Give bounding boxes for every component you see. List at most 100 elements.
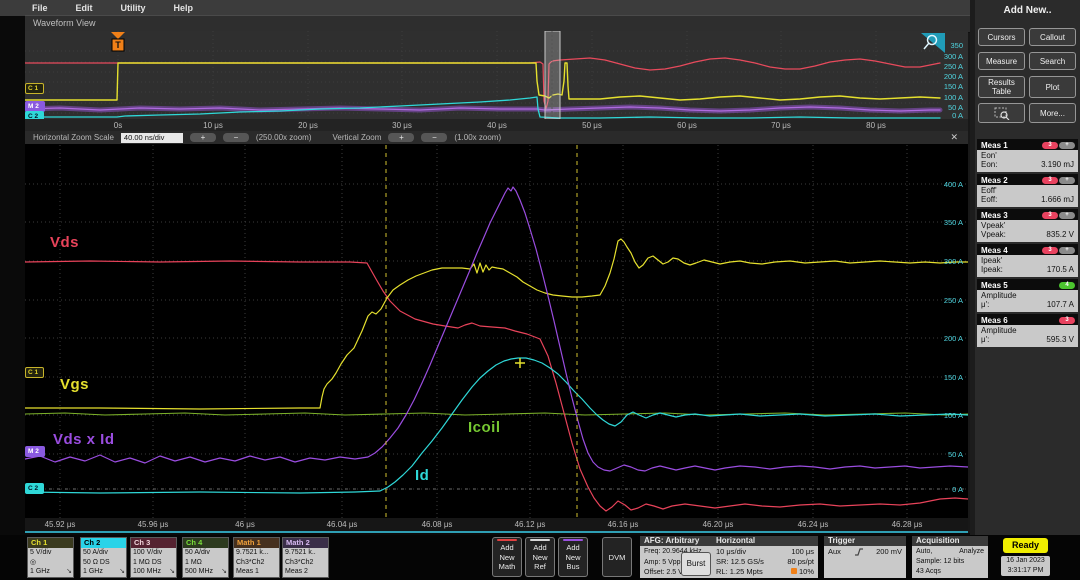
dvm-button[interactable]: DVM [602,537,632,577]
meas-count-pill[interactable]: + [1059,177,1075,184]
afg-title: AFG: Arbitrary [640,536,712,546]
tick-label: 46.24 μs [798,520,829,529]
axis-label: 400 A [923,180,963,189]
tick-label: 70 μs [771,121,791,130]
menu-help[interactable]: Help [174,3,194,13]
tick-label: 45.96 μs [138,520,169,529]
overview-plot[interactable]: T [25,31,968,119]
tick-label: 0s [114,121,122,130]
meas-count-pill[interactable]: + [1059,212,1075,219]
meas-badge-4[interactable]: Meas 43+Ipeak'Ipeak:170.5 A [977,244,1078,277]
meas-count-pill[interactable]: 3 [1042,142,1058,149]
channel-badge-ch4[interactable]: Ch 450 A/div1 MΩ500 MHz↘ [182,537,229,578]
channel-badge-ch3[interactable]: Ch 3100 V/div1 MΩ DS100 MHz↘ [130,537,177,578]
tick-label: 46.20 μs [703,520,734,529]
horizontal-title: Horizontal [712,536,818,546]
icoil-trace-label: Icoil [468,419,501,436]
axis-label: 300 A [923,52,963,61]
measure-button[interactable]: Measure [978,52,1025,70]
overview-strip[interactable]: T 350300 A250 A200 A150 A100 A50 A0 A C … [25,31,968,119]
channel-tag-c2[interactable]: C 2 [25,483,44,494]
axis-label: 50 A [923,450,963,459]
close-zoom-icon[interactable]: ✕ [950,132,958,143]
axis-label: 350 A [923,218,963,227]
acq-count: 43 Acqs [916,567,984,577]
axis-label: 250 A [923,296,963,305]
meas-count-pill[interactable]: 3 [1042,247,1058,254]
horizontal-panel[interactable]: Horizontal 10 μs/div100 μs SR: 12.5 GS/s… [712,536,818,578]
axis-label: 150 A [923,82,963,91]
meas-badge-6[interactable]: Meas 63Amplitudeμ':595.3 V [977,314,1078,347]
horizontal-record-length: RL: 1.25 Mpts [716,567,763,577]
plot-button[interactable]: Plot [1029,76,1076,98]
menu-edit[interactable]: Edit [76,3,93,13]
clipping-arrow-icon: ↘ [119,567,125,577]
hzoom-minus-button[interactable]: − [223,133,249,142]
clipping-arrow-icon: ↘ [221,567,227,577]
channel-tag-m2[interactable]: M 2 [25,446,45,457]
id-trace-label: Id [415,467,429,484]
trigger-marker[interactable]: T [111,32,125,51]
meas-badge-5[interactable]: Meas 54Amplitudeμ':107.7 A [977,279,1078,312]
time: 3:31:17 PM [1001,566,1050,576]
measure-cross-marker [515,358,525,368]
tick-label: 10 μs [203,121,223,130]
hzoom-plus-button[interactable]: + [190,133,216,142]
results-table-button[interactable]: Results Table [978,76,1025,98]
acq-analyze: Analyze [959,547,984,557]
rising-edge-icon [854,547,864,557]
zoom-area-button[interactable] [978,103,1025,123]
channel-tag-c1[interactable]: C 1 [25,83,44,94]
menu-file[interactable]: File [32,3,48,13]
axis-label: 100 A [923,411,963,420]
vds-trace-label: Vds [50,234,79,251]
trigger-level: 200 mV [876,547,902,557]
channel-badge-math1[interactable]: Math 19.7521 k...Ch3*Ch2Meas 1 [233,537,280,578]
meas-count-pill[interactable]: + [1059,142,1075,149]
tick-label: 50 μs [582,121,602,130]
horizontal-sample-rate: SR: 12.5 GS/s [716,557,764,567]
cursors-button[interactable]: Cursors [978,28,1025,46]
afg-panel[interactable]: AFG: Arbitrary Freq: 20.9644 kHz Amp: 5 … [640,536,712,578]
bottom-bar: Ch 15 V/div◎1 GHz↘Ch 250 A/div50 Ω DS1 G… [0,535,1080,580]
main-plot-area[interactable]: 400 A350 A300 A250 A200 A150 A100 A50 A0… [25,145,968,518]
acquisition-panel[interactable]: Acquisition Auto,Analyze Sample: 12 bits… [912,536,988,578]
tick-label: 30 μs [392,121,412,130]
meas-count-pill[interactable]: 3 [1042,177,1058,184]
vzoom-plus-button[interactable]: + [388,133,414,142]
meas-count-pill[interactable]: + [1059,247,1075,254]
more-button[interactable]: More... [1029,103,1076,123]
axis-label: 250 A [923,62,963,71]
channel-badge-ch2[interactable]: Ch 250 A/div50 Ω DS1 GHz↘ [80,537,127,578]
zoom-toolbar: Horizontal Zoom Scale + − (250.00x zoom)… [25,131,968,145]
menu-utility[interactable]: Utility [121,3,146,13]
vgs-trace-label: Vgs [60,376,89,393]
meas-badge-2[interactable]: Meas 23+Eoff'Eoff:1.666 mJ [977,174,1078,207]
burst-button[interactable]: Burst [681,552,711,576]
channel-tag-c1[interactable]: C 1 [25,367,44,378]
add-new-bus-button[interactable]: AddNewBus [558,537,588,577]
meas-badge-1[interactable]: Meas 13+Eon'Eon:3.190 mJ [977,139,1078,172]
add-new-ref-button[interactable]: AddNewRef [525,537,555,577]
hzoom-scale-input[interactable] [121,133,183,143]
tick-label: 60 μs [677,121,697,130]
axis-label: 300 A [923,257,963,266]
channel-badge-ch1[interactable]: Ch 15 V/div◎1 GHz↘ [27,537,74,578]
meas-count-pill[interactable]: 4 [1059,282,1075,289]
trigger-label: T [115,40,121,50]
trigger-panel[interactable]: Trigger Aux 200 mV [824,536,906,578]
tick-label: 46.04 μs [327,520,358,529]
add-new-math-button[interactable]: AddNewMath [492,537,522,577]
trigger-title: Trigger [824,536,906,546]
meas-count-pill[interactable]: 3 [1042,212,1058,219]
clipping-arrow-icon: ↘ [169,567,175,577]
callout-button[interactable]: Callout [1029,28,1076,46]
horizontal-position: 10% [799,567,814,576]
vzoom-minus-button[interactable]: − [421,133,447,142]
tick-label: 46 μs [235,520,255,529]
main-plot[interactable] [25,145,968,518]
channel-badge-math2[interactable]: Math 29.7521 k..Ch3*Ch2Meas 2 [282,537,329,578]
search-button[interactable]: Search [1029,52,1076,70]
meas-count-pill[interactable]: 3 [1059,317,1075,324]
meas-badge-3[interactable]: Meas 33+Vpeak'Vpeak:835.2 V [977,209,1078,242]
